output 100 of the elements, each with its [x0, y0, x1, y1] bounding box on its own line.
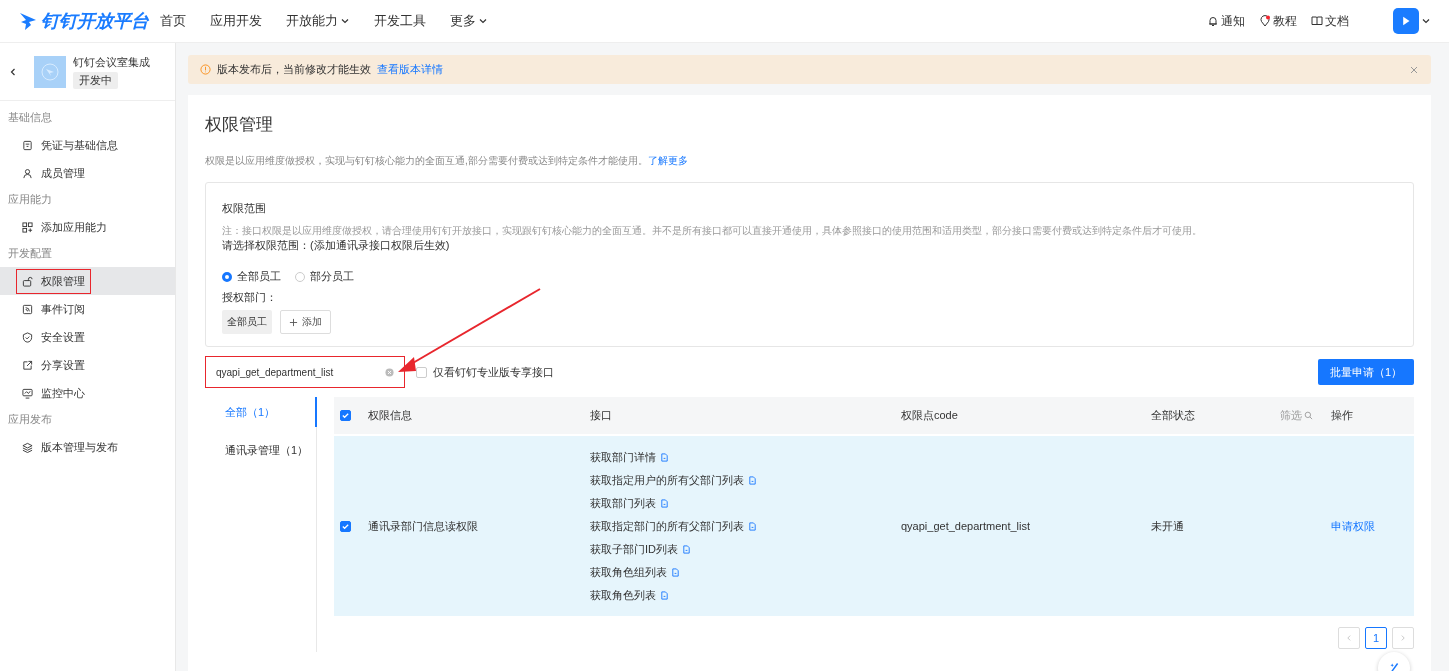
dept-tag: 全部员工	[222, 310, 272, 334]
nav-link[interactable]: 通知	[1207, 12, 1245, 30]
previous-page-button[interactable]	[1338, 627, 1360, 649]
document-icon[interactable]	[660, 452, 669, 462]
nav-link[interactable]: 首页	[160, 12, 186, 30]
share-icon	[22, 359, 33, 371]
api-name: 获取指定部门的所有父部门列表	[590, 518, 744, 534]
caret-icon	[1421, 16, 1431, 26]
nav-link[interactable]: 教程	[1259, 12, 1297, 30]
layers-icon	[22, 441, 33, 453]
radio-option[interactable]: 部分员工	[295, 269, 354, 284]
sidebar-item[interactable]: 成员管理	[0, 159, 175, 187]
category-tab[interactable]: 全部（1）	[205, 397, 317, 427]
nav-link[interactable]: 开发工具	[374, 12, 426, 30]
document-icon[interactable]	[660, 498, 669, 508]
nav-link[interactable]: 更多	[450, 12, 488, 30]
sidebar-label: 权限管理	[41, 273, 85, 289]
sidebar-group-title: 应用能力	[7, 192, 53, 207]
column-header: 权限信息	[368, 408, 412, 423]
pro-only-checkbox[interactable]: 仅看钉钉专业版专享接口	[416, 364, 554, 380]
nav-link[interactable]: 文档	[1311, 12, 1349, 30]
api-name: 获取部门列表	[590, 495, 656, 511]
info-icon	[200, 64, 211, 75]
column-header: 全部状态	[1151, 408, 1195, 423]
pin-icon	[1259, 15, 1271, 27]
close-icon[interactable]	[1409, 64, 1419, 75]
plus-icon	[289, 317, 298, 327]
api-name: 获取角色列表	[590, 587, 656, 603]
back-icon[interactable]	[8, 66, 18, 77]
search-icon	[1304, 411, 1313, 420]
sidebar-label: 成员管理	[41, 165, 85, 181]
chevron-left-icon	[1345, 634, 1353, 642]
page-button[interactable]: 1	[1365, 627, 1387, 649]
next-page-button[interactable]	[1392, 627, 1414, 649]
select-all-checkbox[interactable]	[340, 410, 351, 421]
learn-more-link[interactable]: 了解更多	[647, 155, 688, 166]
book-icon	[1311, 15, 1323, 27]
sidebar-label: 凭证与基础信息	[41, 137, 118, 153]
lock-icon	[22, 275, 33, 287]
sidebar-item[interactable]: 权限管理	[0, 267, 175, 295]
bell-icon	[1207, 15, 1219, 27]
scope-prompt: 请选择权限范围：(添加通讯录接口权限后生效)	[222, 238, 451, 253]
scope-title: 权限范围	[222, 201, 267, 216]
search-field[interactable]: qyapi_get_department_list	[205, 356, 405, 388]
nav-link[interactable]: 应用开发	[210, 12, 262, 30]
document-icon[interactable]	[660, 590, 669, 600]
sidebar-item[interactable]: 分享设置	[0, 351, 175, 379]
caret-icon	[340, 16, 350, 26]
feed-icon	[22, 303, 33, 315]
add-button[interactable]: 添加	[280, 310, 331, 334]
page-description: 权限是以应用维度做授权，实现与钉钉核心能力的全面互通,部分需要付费或达到特定条件才能使用。	[205, 155, 648, 166]
document-icon[interactable]	[748, 521, 757, 531]
sidebar-label: 安全设置	[41, 329, 85, 345]
radio-option[interactable]: 全部员工	[222, 269, 281, 284]
scope-note: 注：接口权限是以应用维度做授权，请合理使用钉钉开放接口，实现跟钉钉核心能力的全面互通。并不是所有接口都可以直接开通使用，具体参照接口的使用范围和适用类型，部分接口需要付费或达到特定条件后才可使用。	[222, 224, 1203, 238]
notice-text: 版本发布后，当前修改才能生效	[217, 62, 371, 77]
sidebar-group-title: 基础信息	[7, 110, 53, 125]
brand-name: 钉钉开放平台	[41, 10, 149, 33]
version-link[interactable]: 查看版本详情	[377, 62, 443, 77]
page-title: 权限管理	[205, 114, 274, 136]
document-icon[interactable]	[671, 567, 680, 577]
user-avatar[interactable]	[1393, 8, 1419, 34]
category-tab[interactable]: 通讯录管理（1）	[205, 435, 316, 465]
sidebar-label: 监控中心	[41, 385, 85, 401]
column-header: 操作	[1331, 408, 1353, 423]
shield-icon	[22, 331, 33, 343]
batch-apply-button[interactable]: 批量申请（1）	[1317, 359, 1414, 385]
apply-link[interactable]: 申请权限	[1331, 518, 1375, 534]
caret-icon	[478, 16, 488, 26]
sidebar-label: 分享设置	[41, 357, 85, 373]
column-header: 权限点code	[901, 408, 958, 423]
table-cell: 未开通	[1151, 518, 1184, 534]
logo-icon	[18, 11, 38, 31]
clear-icon[interactable]	[385, 367, 394, 377]
nav-link[interactable]: 开放能力	[286, 12, 350, 30]
dept-label: 授权部门：	[222, 290, 278, 305]
user-icon	[22, 167, 33, 179]
sidebar-item[interactable]: 安全设置	[0, 323, 175, 351]
sidebar-group-title: 应用发布	[7, 412, 53, 427]
document-icon[interactable]	[682, 544, 691, 554]
monitor-icon	[22, 387, 33, 399]
app-icon	[34, 55, 66, 88]
sidebar-item[interactable]: 事件订阅	[0, 295, 175, 323]
api-name: 获取子部门ID列表	[590, 541, 678, 557]
sidebar-item[interactable]: 添加应用能力	[0, 213, 175, 241]
chevron-right-icon	[1399, 634, 1407, 642]
grid-icon	[22, 221, 33, 233]
sidebar-label: 添加应用能力	[41, 219, 107, 235]
sidebar-item[interactable]: 凭证与基础信息	[0, 131, 175, 159]
document-icon[interactable]	[748, 475, 757, 485]
sidebar-item[interactable]: 版本管理与发布	[0, 433, 175, 461]
app-name: 钉钉会议室集成	[73, 54, 150, 70]
sidebar-item[interactable]: 监控中心	[0, 379, 175, 407]
sidebar-label: 事件订阅	[41, 301, 85, 317]
row-checkbox[interactable]	[340, 520, 351, 532]
table-cell: 通讯录部门信息读权限	[368, 518, 478, 534]
api-name: 获取角色组列表	[590, 564, 667, 580]
column-header: 接口	[590, 408, 612, 423]
api-name: 获取部门详情	[590, 449, 656, 465]
table-cell: qyapi_get_department_list	[901, 520, 1031, 532]
